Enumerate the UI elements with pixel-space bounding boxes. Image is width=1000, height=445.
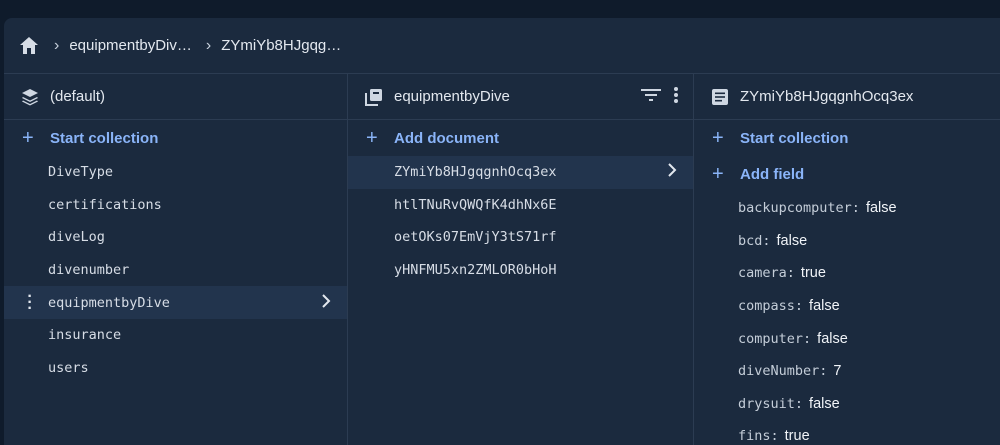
document-item[interactable]: yHNFMU5xn2ZMLOR0bHoH	[348, 254, 693, 287]
document-item[interactable]: oetOKs07EmVjY3tS71rf	[348, 221, 693, 254]
collection-name: equipmentbyDive	[48, 294, 170, 311]
collection-item[interactable]: users	[4, 352, 347, 385]
breadcrumb-item-document[interactable]: ZYmiYb8HJgqg…	[221, 37, 341, 54]
breadcrumb-item-collection[interactable]: equipmentbyDiv…	[69, 37, 192, 54]
start-subcollection-button[interactable]: + Start collection	[694, 120, 1000, 156]
field-value: false	[776, 232, 808, 249]
filter-icon[interactable]	[641, 88, 661, 106]
collection-column: equipmentbyDive + Add document ZYmiYb8HJ…	[348, 74, 694, 445]
field-value: 7	[833, 363, 842, 380]
field-value: false	[865, 200, 897, 217]
document-column: ZYmiYb8HJgqgnhOcq3ex + Start collection …	[694, 74, 1000, 445]
field-separator: :	[762, 232, 771, 249]
collection-item[interactable]: insurance	[4, 319, 347, 352]
action-label: Start collection	[740, 129, 849, 147]
plus-icon: +	[712, 127, 724, 149]
field-separator: :	[819, 363, 828, 380]
more-vert-icon[interactable]	[673, 86, 679, 108]
start-collection-button[interactable]: + Start collection	[4, 120, 347, 156]
field-row[interactable]: backupcomputer: false	[694, 192, 1000, 225]
collection-icon	[364, 87, 384, 107]
field-separator: :	[803, 330, 812, 347]
field-key: bcd	[738, 232, 763, 249]
collection-item[interactable]: DiveType	[4, 156, 347, 189]
field-key: compass	[738, 298, 795, 315]
action-label: Add field	[740, 165, 805, 183]
field-value: true	[800, 265, 826, 282]
breadcrumb: › equipmentbyDiv… › ZYmiYb8HJgqg…	[4, 18, 1000, 74]
collection-item[interactable]: divenumber	[4, 254, 347, 287]
column-title: (default)	[50, 88, 106, 105]
field-key: computer	[738, 330, 804, 347]
chevron-right-icon	[321, 293, 331, 312]
field-row[interactable]: camera: true	[694, 257, 1000, 290]
root-column: (default) + Start collection DiveType ce…	[4, 74, 348, 445]
collection-item[interactable]: diveLog	[4, 221, 347, 254]
document-id: htlTNuRvQWQfK4dhNx6E	[394, 196, 557, 213]
field-separator: :	[794, 298, 804, 315]
field-value: true	[784, 428, 810, 445]
collection-name: insurance	[48, 327, 122, 344]
field-row[interactable]: compass: false	[694, 290, 1000, 323]
field-value: false	[817, 330, 848, 347]
field-row[interactable]: computer: false	[694, 322, 1000, 355]
field-key: drysuit	[738, 395, 795, 412]
collection-name: DiveType	[48, 164, 114, 181]
document-icon	[710, 87, 730, 107]
field-key: diveNumber	[738, 363, 820, 380]
column-header: equipmentbyDive	[348, 74, 693, 120]
column-title: ZYmiYb8HJgqgnhOcq3ex	[740, 88, 914, 105]
column-header: (default)	[4, 74, 347, 120]
more-vert-icon[interactable]: · · ·	[25, 288, 35, 316]
action-label: Start collection	[50, 129, 159, 147]
collection-name: users	[48, 359, 89, 376]
chevron-right-icon: ›	[54, 36, 60, 54]
document-id: oetOKs07EmVjY3tS71rf	[394, 229, 557, 246]
field-key: backupcomputer	[738, 200, 852, 217]
field-key: fins	[738, 428, 771, 445]
collection-name: divenumber	[48, 262, 130, 279]
plus-icon: +	[366, 127, 378, 149]
chevron-right-icon	[667, 163, 677, 181]
field-separator: :	[770, 428, 779, 445]
document-id: ZYmiYb8HJgqgnhOcq3ex	[394, 164, 557, 181]
firestore-panel: › equipmentbyDiv… › ZYmiYb8HJgqg… (defau…	[4, 18, 1000, 445]
plus-icon: +	[712, 163, 724, 185]
collection-item-selected[interactable]: · · · equipmentbyDive	[4, 286, 347, 319]
document-item[interactable]: htlTNuRvQWQfK4dhNx6E	[348, 189, 693, 222]
field-row[interactable]: drysuit: false	[694, 388, 1000, 421]
field-value: false	[809, 395, 840, 412]
field-separator: :	[794, 395, 804, 412]
field-key: camera	[738, 265, 787, 282]
plus-icon: +	[22, 127, 34, 149]
add-document-button[interactable]: + Add document	[348, 120, 693, 156]
field-row[interactable]: fins: true	[694, 420, 1000, 445]
field-value: false	[809, 298, 840, 315]
document-item-selected[interactable]: ZYmiYb8HJgqgnhOcq3ex	[348, 156, 693, 189]
action-label: Add document	[394, 129, 499, 147]
column-title: equipmentbyDive	[394, 88, 510, 105]
add-field-button[interactable]: + Add field	[694, 156, 1000, 192]
column-header: ZYmiYb8HJgqgnhOcq3ex	[694, 74, 1000, 120]
field-row[interactable]: diveNumber:7	[694, 355, 1000, 388]
home-icon[interactable]	[18, 35, 40, 57]
collection-name: diveLog	[48, 229, 105, 246]
field-separator: :	[786, 265, 795, 282]
document-id: yHNFMU5xn2ZMLOR0bHoH	[394, 262, 557, 279]
collection-item[interactable]: certifications	[4, 189, 347, 222]
field-separator: :	[851, 200, 860, 217]
chevron-right-icon: ›	[205, 36, 212, 54]
header-tools	[641, 86, 679, 108]
collection-name: certifications	[48, 196, 162, 213]
stack-icon	[20, 87, 40, 107]
field-row[interactable]: bcd: false	[694, 225, 1000, 258]
